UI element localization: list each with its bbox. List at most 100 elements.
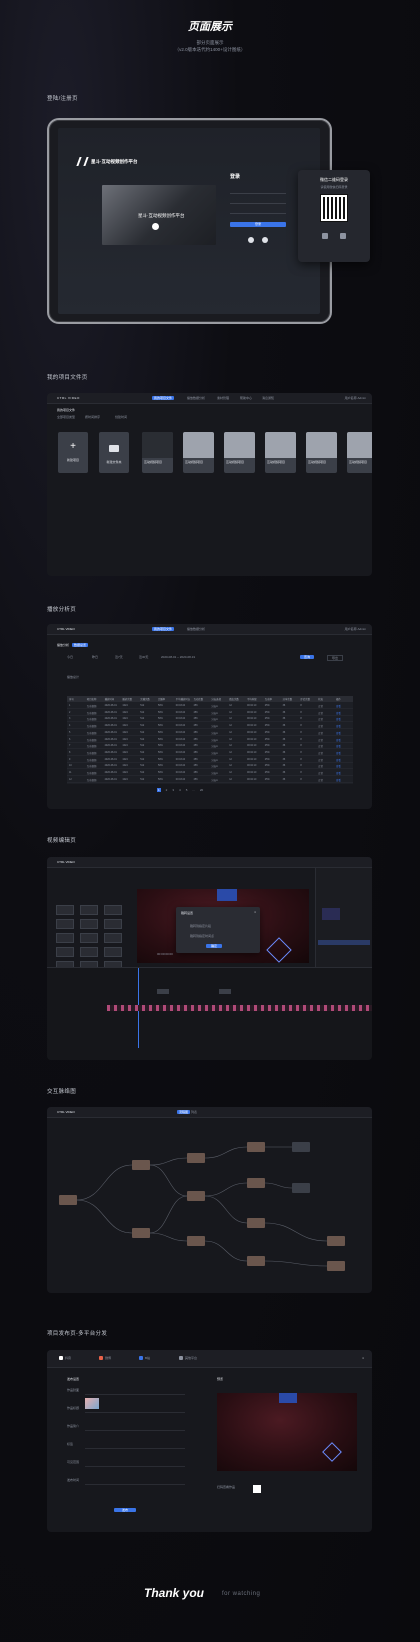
platform-tab[interactable]: 抖音 <box>59 1356 71 1360</box>
tab-list[interactable]: 列表 <box>191 1110 197 1114</box>
asset-item[interactable] <box>104 933 122 943</box>
nav-assets[interactable]: 素材管理 <box>217 396 229 400</box>
close-icon[interactable]: × <box>362 1356 364 1360</box>
table-cell[interactable]: 查看 <box>336 751 341 755</box>
branch-node[interactable] <box>247 1142 265 1152</box>
dialog-close-icon[interactable]: × <box>254 910 256 914</box>
timeline-node-b[interactable] <box>219 989 231 994</box>
export-button[interactable]: 导出 <box>327 655 344 661</box>
table-cell[interactable]: 查看 <box>336 764 341 768</box>
account-login-icon[interactable] <box>340 233 346 239</box>
table-row[interactable]: 2 互动视频 2020-08-01 1024 512 50% 00:03:24 256 分支A 1… <box>67 710 353 716</box>
asset-item[interactable] <box>56 919 74 929</box>
branch-node[interactable] <box>292 1183 310 1193</box>
branch-node[interactable] <box>132 1228 150 1238</box>
page-number[interactable]: 20 <box>200 788 203 792</box>
branch-node[interactable] <box>187 1153 205 1163</box>
asset-item[interactable] <box>80 947 98 957</box>
project-card[interactable]: 互动视频项目 <box>265 432 296 473</box>
asset-item[interactable] <box>104 919 122 929</box>
asset-item[interactable] <box>56 947 74 957</box>
project-card[interactable]: 互动视频项目 <box>183 432 214 473</box>
table-row[interactable]: 4 互动视频 2020-08-01 1024 512 50% 00:03:24 256 分支A 1… <box>67 723 353 730</box>
platform-tab[interactable]: 其他平台 <box>179 1356 197 1360</box>
publish-field-input[interactable] <box>85 1466 185 1467</box>
project-card[interactable]: 互动视频项目 <box>347 432 372 473</box>
branch-node[interactable] <box>132 1160 150 1170</box>
dialog-option-2[interactable]: 跳转到指定时间点 <box>190 934 214 938</box>
filter-today[interactable]: 今日 <box>67 655 73 659</box>
table-cell[interactable]: 查看 <box>336 758 341 762</box>
new-project-card[interactable]: + 新建项目 <box>58 432 88 473</box>
publish-field-input[interactable] <box>85 1430 185 1431</box>
phone-input[interactable] <box>230 190 286 194</box>
table-cell[interactable]: 查看 <box>336 771 341 775</box>
asset-item[interactable] <box>56 905 74 915</box>
publish-field-input[interactable] <box>85 1394 185 1395</box>
nav-help[interactable]: 帮助中心 <box>240 396 252 400</box>
code-input[interactable] <box>230 200 286 204</box>
user-name[interactable]: 用户名称 Admin <box>345 396 366 400</box>
date-range[interactable]: 2020-08-01 ~ 2020-08-31 <box>161 655 195 659</box>
property-selected[interactable] <box>318 940 370 945</box>
table-cell[interactable]: 查看 <box>336 717 341 721</box>
page-number[interactable]: 3 <box>172 788 174 792</box>
filter-30d[interactable]: 近30天 <box>139 655 148 659</box>
table-cell[interactable]: 查看 <box>336 744 341 748</box>
table-row[interactable]: 10 互动视频 2020-08-01 1024 512 50% 00:03:24 256 分支A… <box>67 763 353 770</box>
hotspot-icon[interactable] <box>266 937 292 963</box>
dialog-confirm[interactable]: 确定 <box>206 944 223 948</box>
branch-node[interactable] <box>247 1178 265 1188</box>
dialog-option-1[interactable]: 跳转到指定片段 <box>190 924 211 928</box>
play-icon[interactable] <box>152 223 159 230</box>
analysis-tab-overview[interactable]: 数据总览 <box>72 643 89 647</box>
filter-yesterday[interactable]: 昨日 <box>92 655 98 659</box>
user-name-2[interactable]: 用户名称 Admin <box>345 627 366 631</box>
page-number[interactable]: 5 <box>186 788 188 792</box>
branch-node[interactable] <box>59 1195 77 1205</box>
nav-analysis[interactable]: 播放数据分析 <box>187 396 205 400</box>
branch-node[interactable] <box>292 1142 310 1152</box>
publish-field-input[interactable] <box>85 1484 185 1485</box>
table-cell[interactable]: 查看 <box>336 711 341 715</box>
login-button[interactable]: 登录 <box>230 222 286 227</box>
asset-item[interactable] <box>80 905 98 915</box>
nav-my-files-2[interactable]: 我的项目文件 <box>152 627 175 631</box>
phone-login-icon[interactable] <box>322 233 328 239</box>
table-row[interactable]: 5 互动视频 2020-08-01 1024 512 50% 00:03:24 256 分支A 1… <box>67 730 353 736</box>
filter-type[interactable]: 全部项目类型 <box>57 415 75 419</box>
wechat-icon[interactable] <box>248 237 254 243</box>
tab-flowchart[interactable]: 流程图 <box>177 1110 191 1114</box>
analysis-tab-play[interactable]: 播放分析 <box>57 643 69 647</box>
page-number[interactable]: 1 <box>157 788 161 792</box>
branch-node[interactable] <box>187 1236 205 1246</box>
platform-tab[interactable]: 微博 <box>99 1356 111 1360</box>
table-row[interactable]: 11 互动视频 2020-08-01 1024 512 50% 00:03:24 256 分支A… <box>67 770 353 776</box>
timeline-node-a[interactable] <box>157 989 169 994</box>
search-button[interactable]: 查询 <box>300 655 315 659</box>
publish-field-input[interactable] <box>85 1412 185 1413</box>
table-cell[interactable]: 查看 <box>336 778 341 782</box>
asset-item[interactable] <box>80 933 98 943</box>
cover-thumb[interactable] <box>85 1398 99 1409</box>
branch-node[interactable] <box>187 1191 205 1201</box>
qq-icon[interactable] <box>262 237 268 243</box>
page-number[interactable]: 2 <box>166 788 168 792</box>
filter-7d[interactable]: 近7天 <box>115 655 123 659</box>
table-row[interactable]: 6 互动视频 2020-08-01 1024 512 50% 00:03:24 256 分支A 1… <box>67 737 353 743</box>
nav-my-files[interactable]: 我的项目文件 <box>152 396 175 400</box>
branch-node[interactable] <box>247 1218 265 1228</box>
filter-created[interactable]: 创建时间 <box>115 415 127 419</box>
asset-item[interactable] <box>80 919 98 929</box>
nav-messages[interactable]: 消息通知 <box>262 396 274 400</box>
publish-button[interactable]: 发布 <box>114 1508 137 1512</box>
branch-node[interactable] <box>247 1256 265 1266</box>
filter-sort[interactable]: 按时间排序 <box>85 415 100 419</box>
nav-analysis-2[interactable]: 播放数据分析 <box>187 627 205 631</box>
table-row[interactable]: 8 互动视频 2020-08-01 1024 512 50% 00:03:24 256 分支A 1… <box>67 750 353 756</box>
page-number[interactable]: ... <box>192 788 195 792</box>
table-row[interactable]: 7 互动视频 2020-08-01 1024 512 50% 00:03:24 256 分支A 1… <box>67 743 353 750</box>
asset-item[interactable] <box>56 933 74 943</box>
table-row[interactable]: 12 互动视频 2020-08-01 1024 512 50% 00:03:24 256 分支A… <box>67 777 353 783</box>
table-cell[interactable]: 查看 <box>336 731 341 735</box>
